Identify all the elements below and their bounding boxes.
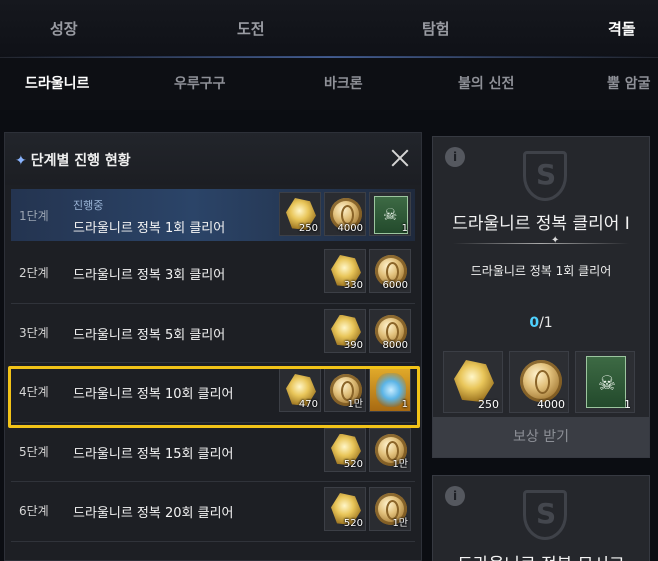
stage-number: 4단계 <box>19 385 49 399</box>
reward-list: 390 8000 <box>324 308 411 353</box>
reward-qty: 8000 <box>382 339 408 351</box>
reward-qty: 4000 <box>337 223 363 234</box>
reward-slot[interactable]: 4000 <box>509 351 569 413</box>
reward-qty: 330 <box>343 280 363 291</box>
coin-icon <box>520 360 562 402</box>
reward-slot[interactable]: 520 <box>324 487 366 531</box>
stage-number: 5단계 <box>19 444 49 459</box>
stage-row-6[interactable]: 6단계 드라울니르 정복 20회 클리어 520 1만 <box>11 482 415 542</box>
panel-title-text: 단계별 진행 현황 <box>30 153 131 169</box>
tab-clash[interactable]: 격돌 <box>608 18 636 39</box>
reward-slot[interactable]: 1 <box>575 351 635 413</box>
card-icon <box>586 356 626 408</box>
reward-slot[interactable]: 1만 <box>369 427 411 472</box>
stage-row-5[interactable]: 5단계 드라울니르 정복 15회 클리어 520 1만 <box>11 423 415 482</box>
progress-counter: 0/1 <box>433 315 649 331</box>
subtab-bakron[interactable]: 바크론 <box>324 73 363 93</box>
reward-qty: 1만 <box>392 518 408 529</box>
reward-slot[interactable]: 8000 <box>369 308 411 353</box>
panel-title: ✦ 단계별 진행 현황 <box>15 150 131 170</box>
detail-reward-list: 250 4000 1 <box>443 351 635 413</box>
stage-number: 2단계 <box>19 266 49 280</box>
reward-slot[interactable]: 390 <box>324 308 366 353</box>
stage-number: 1단계 <box>19 209 49 223</box>
reward-qty: 520 <box>343 458 363 470</box>
stage-label: 드라울니르 정복 10회 클리어 <box>73 387 234 402</box>
reward-qty: 520 <box>343 518 363 529</box>
reward-list: 250 4000 1 <box>279 192 411 236</box>
reward-qty: 1 <box>401 223 408 234</box>
reward-qty: 6000 <box>382 280 408 291</box>
reward-qty: 390 <box>343 339 363 351</box>
reward-slot[interactable]: 1만 <box>324 368 366 412</box>
close-icon[interactable] <box>389 147 411 169</box>
top-nav: 성장 도전 탐험 격돌 <box>0 0 658 58</box>
stage-number: 3단계 <box>19 325 49 340</box>
reward-list: 330 6000 <box>324 249 411 293</box>
progress-total: /1 <box>539 315 553 331</box>
detail-title-2: 드라울니르 정복 모시고 <box>433 550 649 561</box>
subtab-urugugu[interactable]: 우루구구 <box>174 73 226 93</box>
stage-label: 드라울니르 정복 20회 클리어 <box>73 506 234 521</box>
subtab-horn-cave[interactable]: 뿔 암굴 <box>607 73 651 93</box>
stage-row-2[interactable]: 2단계 드라울니르 정복 3회 클리어 330 6000 <box>11 244 415 304</box>
detail-card: i 드라울니르 정복 클리어 Ⅰ 드라울니르 정복 1회 클리어 0/1 250… <box>432 136 650 458</box>
reward-qty: 1 <box>624 398 631 411</box>
detail-subtitle: 드라울니르 정복 1회 클리어 <box>470 264 612 278</box>
reward-slot[interactable]: 470 <box>279 368 321 412</box>
info-icon[interactable]: i <box>445 147 465 167</box>
reward-qty: 1만 <box>347 399 363 410</box>
stage-number: 6단계 <box>19 504 49 518</box>
reward-qty: 470 <box>298 399 318 410</box>
stage-status: 진행중 <box>73 199 104 212</box>
claim-reward-button[interactable]: 보상 받기 <box>433 417 649 457</box>
reward-slot[interactable]: 1 <box>369 368 411 412</box>
reward-slot[interactable]: 520 <box>324 427 366 472</box>
reward-slot[interactable]: 330 <box>324 249 366 293</box>
sub-nav: 드라울니르 우루구구 바크론 불의 신전 뿔 암굴 <box>0 58 658 110</box>
reward-qty: 250 <box>298 223 318 234</box>
sparkle-icon: ✦ <box>15 153 27 169</box>
reward-slot[interactable]: 250 <box>279 192 321 236</box>
divider <box>453 235 629 246</box>
stage-label: 드라울니르 정복 5회 클리어 <box>73 327 226 343</box>
emblem-icon <box>523 490 567 540</box>
panel-header: ✦ 단계별 진행 현황 <box>5 133 421 185</box>
reward-slot[interactable]: 250 <box>443 351 503 413</box>
tab-challenge[interactable]: 도전 <box>237 18 265 39</box>
stage-progress-panel: ✦ 단계별 진행 현황 1단계 진행중 드라울니르 정복 1회 클리어 250 4… <box>4 132 422 561</box>
reward-list: 520 1만 <box>324 487 411 531</box>
tab-explore[interactable]: 탐험 <box>422 18 450 39</box>
progress-current: 0 <box>529 315 540 331</box>
tab-growth[interactable]: 성장 <box>50 18 78 39</box>
subtab-fire-temple[interactable]: 불의 신전 <box>458 73 514 93</box>
detail-title: 드라울니르 정복 클리어 Ⅰ <box>452 214 630 234</box>
stage-label: 드라울니르 정복 3회 클리어 <box>73 268 226 283</box>
stage-list: 1단계 진행중 드라울니르 정복 1회 클리어 250 4000 1 2단계 드… <box>11 189 415 542</box>
info-icon[interactable]: i <box>445 486 465 506</box>
subtab-draulnir[interactable]: 드라울니르 <box>25 73 89 93</box>
reward-qty: 1 <box>401 399 408 410</box>
reward-qty: 1만 <box>392 458 408 470</box>
detail-card-2: i 드라울니르 정복 모시고 <box>432 475 650 561</box>
stage-row-4[interactable]: 4단계 드라울니르 정복 10회 클리어 470 1만 1 <box>11 363 415 423</box>
stage-label: 드라울니르 정복 1회 클리어 <box>73 221 226 236</box>
crystal-icon <box>454 360 494 402</box>
reward-slot[interactable]: 1만 <box>369 487 411 531</box>
reward-list: 520 1만 <box>324 427 411 472</box>
stage-row-1[interactable]: 1단계 진행중 드라울니르 정복 1회 클리어 250 4000 1 <box>11 189 415 241</box>
reward-list: 470 1만 1 <box>279 368 411 412</box>
stage-label: 드라울니르 정복 15회 클리어 <box>73 446 234 462</box>
reward-slot[interactable]: 1 <box>369 192 411 236</box>
reward-slot[interactable]: 4000 <box>324 192 366 236</box>
stage-row-3[interactable]: 3단계 드라울니르 정복 5회 클리어 390 8000 <box>11 304 415 363</box>
reward-qty: 250 <box>478 398 499 411</box>
reward-slot[interactable]: 6000 <box>369 249 411 293</box>
reward-qty: 4000 <box>537 398 565 411</box>
emblem-icon <box>523 151 567 201</box>
